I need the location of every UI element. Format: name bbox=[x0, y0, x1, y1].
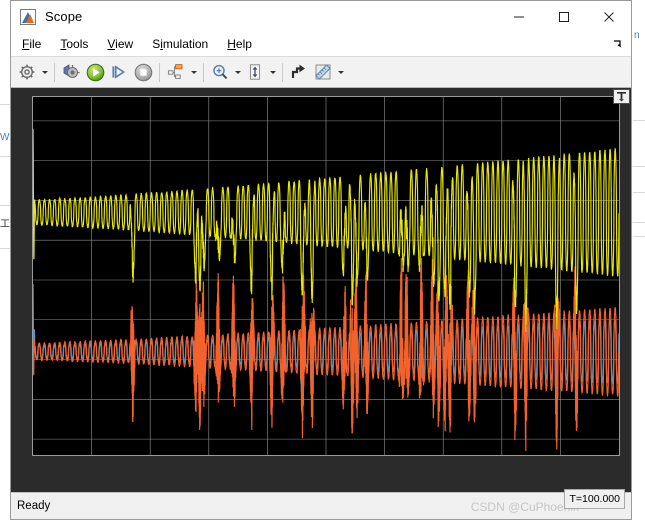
menu-item-help-label: elp bbox=[235, 37, 252, 51]
toolbar-separator bbox=[203, 62, 204, 82]
menu-item-file-label: ile bbox=[29, 37, 42, 51]
y-tick-label: -20 bbox=[32, 393, 33, 405]
background-label: 工 bbox=[0, 219, 10, 230]
y-tick-label: 10 bbox=[32, 274, 33, 286]
menu-item-view[interactable]: View bbox=[99, 35, 141, 53]
window-controls bbox=[496, 1, 631, 32]
minimize-button[interactable] bbox=[496, 1, 541, 32]
signal-dropdown-caret-icon[interactable] bbox=[188, 60, 199, 84]
menu-item-file[interactable]: File bbox=[14, 35, 49, 53]
menu-item-tools[interactable]: Tools bbox=[52, 35, 96, 53]
background-divider bbox=[633, 166, 645, 167]
toolbar bbox=[11, 56, 631, 88]
close-button[interactable] bbox=[586, 1, 631, 32]
y-tick-label: 50 bbox=[32, 115, 33, 127]
y-tick-label: 30 bbox=[32, 194, 33, 206]
ruler-icon[interactable] bbox=[311, 60, 335, 84]
background-divider bbox=[633, 236, 645, 237]
rewind-run-icon[interactable] bbox=[59, 60, 83, 84]
maximize-button[interactable] bbox=[541, 1, 586, 32]
matlab-scope-icon bbox=[20, 8, 36, 25]
simulation-time-display: T=100.000 bbox=[564, 489, 625, 509]
menu-item-tools-label: ools bbox=[66, 37, 89, 51]
window-title: Scope bbox=[45, 9, 83, 24]
signal-hierarchy-icon[interactable] bbox=[164, 60, 188, 84]
ruler-dropdown-caret-icon[interactable] bbox=[335, 60, 346, 84]
toolbar-separator bbox=[54, 62, 55, 82]
menu-overflow-arrow-icon[interactable] bbox=[612, 37, 624, 49]
stop-icon[interactable] bbox=[131, 60, 155, 84]
autoscale-arrows-icon[interactable] bbox=[243, 60, 267, 84]
status-bar: Ready CSDN @CuPhoenix T=100.000 bbox=[11, 489, 631, 519]
scale-axes-icon[interactable] bbox=[287, 60, 311, 84]
background-divider bbox=[633, 192, 645, 193]
plot-canvas[interactable]: 50 40 30 20 10 0 -10 -20 -30 0102030405060708090… bbox=[32, 96, 620, 456]
menu-bar: File Tools View Simulation Help bbox=[11, 32, 631, 56]
background-divider bbox=[633, 120, 645, 121]
pin-icon[interactable] bbox=[613, 89, 630, 104]
x-axis-ticks: 0102030405060708090100 bbox=[33, 455, 619, 456]
y-tick-label: -30 bbox=[32, 433, 33, 445]
y-tick-label: 0 bbox=[32, 314, 33, 326]
background-divider bbox=[633, 222, 645, 223]
menu-item-simulation[interactable]: Simulation bbox=[144, 35, 216, 53]
y-tick-label: 20 bbox=[32, 234, 33, 246]
watermark-text: CSDN @CuPhoenix bbox=[470, 500, 579, 514]
background-label: W bbox=[0, 132, 10, 143]
toolbar-separator bbox=[282, 62, 283, 82]
step-forward-icon[interactable] bbox=[107, 60, 131, 84]
menu-item-simulation-label: mulation bbox=[162, 37, 209, 51]
title-bar: Scope bbox=[11, 1, 631, 32]
plot-region: 50 40 30 20 10 0 -10 -20 -30 0102030405060708090… bbox=[11, 88, 631, 492]
gear-dropdown-caret-icon[interactable] bbox=[39, 60, 50, 84]
plot-svg bbox=[33, 97, 619, 455]
zoom-in-icon[interactable] bbox=[208, 60, 232, 84]
menu-item-view-label: iew bbox=[115, 37, 134, 51]
zoom-dropdown-caret-icon[interactable] bbox=[232, 60, 243, 84]
play-icon[interactable] bbox=[83, 60, 107, 84]
y-axis-ticks: 50 40 30 20 10 0 -10 -20 -30 bbox=[32, 97, 33, 455]
gear-icon[interactable] bbox=[15, 60, 39, 84]
toolbar-separator bbox=[159, 62, 160, 82]
status-message: Ready bbox=[17, 500, 51, 512]
y-tick-label: 40 bbox=[32, 155, 33, 167]
menu-item-help[interactable]: Help bbox=[219, 35, 260, 53]
background-label: n bbox=[634, 30, 640, 41]
scope-window: Scope File Tools View Simulation Help Re… bbox=[10, 0, 632, 520]
y-tick-label: -10 bbox=[32, 354, 33, 366]
autoscale-dropdown-caret-icon[interactable] bbox=[267, 60, 278, 84]
